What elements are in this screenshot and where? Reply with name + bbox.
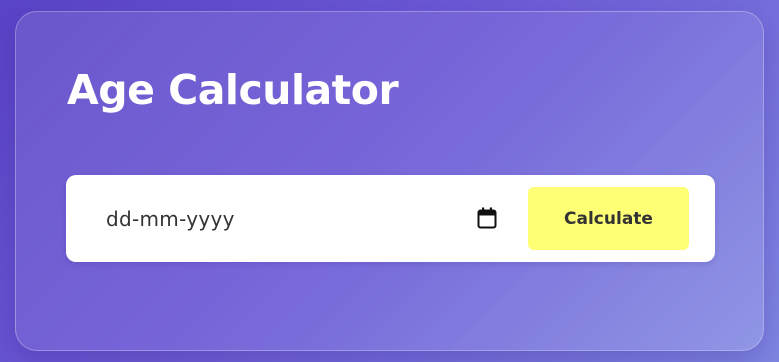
date-input-container: dd-mm-yyyy Calculate [66,175,715,262]
page-title: Age Calculator [67,66,399,114]
calendar-icon [477,207,497,229]
birth-date-input[interactable]: dd-mm-yyyy [66,175,512,262]
date-input-placeholder: dd-mm-yyyy [106,206,235,231]
calculator-card: Age Calculator dd-mm-yyyy Calculate [15,11,764,351]
calculate-button[interactable]: Calculate [528,187,689,250]
calendar-picker-button[interactable] [474,205,500,231]
